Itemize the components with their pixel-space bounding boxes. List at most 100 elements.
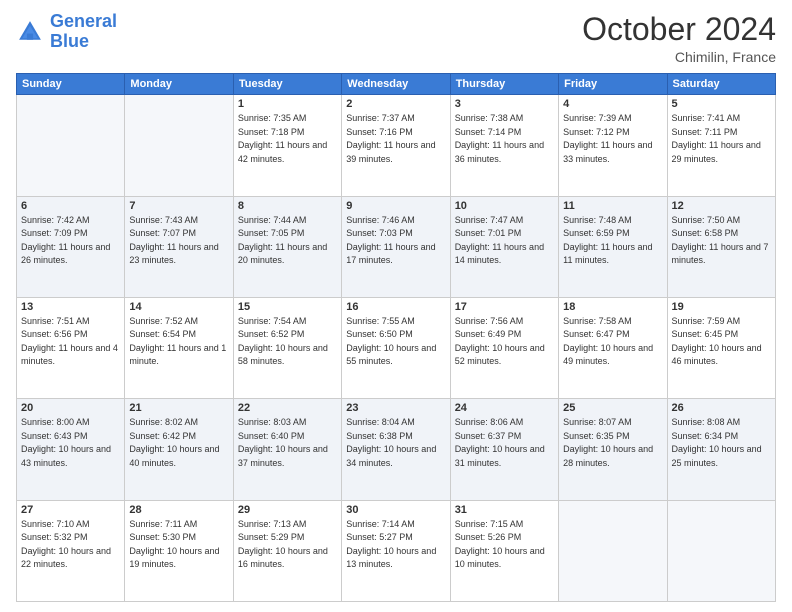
day-info: Sunrise: 7:54 AMSunset: 6:52 PMDaylight:… — [238, 315, 337, 369]
day-cell: 8 Sunrise: 7:44 AMSunset: 7:05 PMDaylight… — [233, 196, 341, 297]
day-cell: 23Sunrise: 8:04 AMSunset: 6:38 PMDayligh… — [342, 399, 450, 500]
day-info: Sunrise: 8:00 AMSunset: 6:43 PMDaylight:… — [21, 416, 120, 470]
day-info: Sunrise: 7:56 AMSunset: 6:49 PMDaylight:… — [455, 315, 554, 369]
day-cell: 5 Sunrise: 7:41 AMSunset: 7:11 PMDaylight… — [667, 95, 775, 196]
week-row-3: 13Sunrise: 7:51 AMSunset: 6:56 PMDayligh… — [17, 297, 776, 398]
day-cell: 7 Sunrise: 7:43 AMSunset: 7:07 PMDaylight… — [125, 196, 233, 297]
day-number: 31 — [455, 504, 554, 516]
logo-icon — [16, 18, 44, 46]
header-monday: Monday — [125, 74, 233, 95]
day-number: 25 — [563, 402, 662, 414]
day-cell: 22 Sunrise: 8:03 AMSunset: 6:40 PMDayligh… — [233, 399, 341, 500]
title-block: October 2024 Chimilin, France — [582, 12, 776, 65]
day-info: Sunrise: 7:59 AMSunset: 6:45 PMDaylight:… — [672, 315, 771, 369]
day-info: Sunrise: 7:44 AMSunset: 7:05 PMDaylight:… — [238, 214, 337, 268]
day-cell: 29Sunrise: 7:13 AMSunset: 5:29 PMDayligh… — [233, 500, 341, 601]
week-row-4: 20 Sunrise: 8:00 AMSunset: 6:43 PMDayligh… — [17, 399, 776, 500]
day-info: Sunrise: 7:14 AMSunset: 5:27 PMDaylight:… — [346, 518, 445, 572]
day-cell: 9 Sunrise: 7:46 AMSunset: 7:03 PMDaylight… — [342, 196, 450, 297]
day-number: 8 — [238, 200, 337, 212]
day-cell: 12Sunrise: 7:50 AMSunset: 6:58 PMDayligh… — [667, 196, 775, 297]
header-wednesday: Wednesday — [342, 74, 450, 95]
day-number: 7 — [129, 200, 228, 212]
day-info: Sunrise: 7:37 AMSunset: 7:16 PMDaylight:… — [346, 112, 445, 166]
day-cell: 26 Sunrise: 8:08 AMSunset: 6:34 PMDayligh… — [667, 399, 775, 500]
day-info: Sunrise: 7:51 AMSunset: 6:56 PMDaylight:… — [21, 315, 120, 369]
day-number: 27 — [21, 504, 120, 516]
day-number: 5 — [672, 98, 771, 110]
day-number: 29 — [238, 504, 337, 516]
day-number: 3 — [455, 98, 554, 110]
day-number: 28 — [129, 504, 228, 516]
day-cell: 18 Sunrise: 7:58 AMSunset: 6:47 PMDayligh… — [559, 297, 667, 398]
day-number: 10 — [455, 200, 554, 212]
day-cell: 3 Sunrise: 7:38 AMSunset: 7:14 PMDaylight… — [450, 95, 558, 196]
day-info: Sunrise: 7:46 AMSunset: 7:03 PMDaylight:… — [346, 214, 445, 268]
day-cell: 20 Sunrise: 8:00 AMSunset: 6:43 PMDayligh… — [17, 399, 125, 500]
day-info: Sunrise: 7:52 AMSunset: 6:54 PMDaylight:… — [129, 315, 228, 369]
day-cell: 10 Sunrise: 7:47 AMSunset: 7:01 PMDayligh… — [450, 196, 558, 297]
day-number: 9 — [346, 200, 445, 212]
weekday-header-row: Sunday Monday Tuesday Wednesday Thursday… — [17, 74, 776, 95]
day-cell: 6 Sunrise: 7:42 AMSunset: 7:09 PMDaylight… — [17, 196, 125, 297]
day-cell — [17, 95, 125, 196]
day-cell: 11Sunrise: 7:48 AMSunset: 6:59 PMDayligh… — [559, 196, 667, 297]
day-cell: 31Sunrise: 7:15 AMSunset: 5:26 PMDayligh… — [450, 500, 558, 601]
location-title: Chimilin, France — [582, 49, 776, 65]
header-friday: Friday — [559, 74, 667, 95]
day-info: Sunrise: 7:58 AMSunset: 6:47 PMDaylight:… — [563, 315, 662, 369]
day-number: 1 — [238, 98, 337, 110]
day-number: 2 — [346, 98, 445, 110]
day-info: Sunrise: 7:42 AMSunset: 7:09 PMDaylight:… — [21, 214, 120, 268]
week-row-1: 1 Sunrise: 7:35 AMSunset: 7:18 PMDaylight… — [17, 95, 776, 196]
day-number: 30 — [346, 504, 445, 516]
day-info: Sunrise: 7:48 AMSunset: 6:59 PMDaylight:… — [563, 214, 662, 268]
day-number: 17 — [455, 301, 554, 313]
logo-line2: Blue — [50, 31, 89, 51]
day-info: Sunrise: 7:38 AMSunset: 7:14 PMDaylight:… — [455, 112, 554, 166]
day-number: 24 — [455, 402, 554, 414]
logo-line1: General — [50, 11, 117, 31]
day-info: Sunrise: 8:06 AMSunset: 6:37 PMDaylight:… — [455, 416, 554, 470]
header-thursday: Thursday — [450, 74, 558, 95]
logo: General Blue — [16, 12, 117, 52]
day-number: 20 — [21, 402, 120, 414]
day-cell — [667, 500, 775, 601]
day-cell: 25 Sunrise: 8:07 AMSunset: 6:35 PMDayligh… — [559, 399, 667, 500]
day-cell: 19Sunrise: 7:59 AMSunset: 6:45 PMDayligh… — [667, 297, 775, 398]
month-title: October 2024 — [582, 12, 776, 47]
day-cell: 1 Sunrise: 7:35 AMSunset: 7:18 PMDaylight… — [233, 95, 341, 196]
day-cell: 21 Sunrise: 8:02 AMSunset: 6:42 PMDayligh… — [125, 399, 233, 500]
day-info: Sunrise: 8:08 AMSunset: 6:34 PMDaylight:… — [672, 416, 771, 470]
day-info: Sunrise: 7:41 AMSunset: 7:11 PMDaylight:… — [672, 112, 771, 166]
day-cell — [559, 500, 667, 601]
header-sunday: Sunday — [17, 74, 125, 95]
day-number: 23 — [346, 402, 445, 414]
day-number: 21 — [129, 402, 228, 414]
week-row-5: 27Sunrise: 7:10 AMSunset: 5:32 PMDayligh… — [17, 500, 776, 601]
day-number: 26 — [672, 402, 771, 414]
week-row-2: 6 Sunrise: 7:42 AMSunset: 7:09 PMDaylight… — [17, 196, 776, 297]
day-number: 4 — [563, 98, 662, 110]
day-info: Sunrise: 7:39 AMSunset: 7:12 PMDaylight:… — [563, 112, 662, 166]
day-number: 15 — [238, 301, 337, 313]
day-info: Sunrise: 7:43 AMSunset: 7:07 PMDaylight:… — [129, 214, 228, 268]
calendar-page: General Blue October 2024 Chimilin, Fran… — [0, 0, 792, 612]
page-header: General Blue October 2024 Chimilin, Fran… — [16, 12, 776, 65]
day-cell: 28 Sunrise: 7:11 AMSunset: 5:30 PMDayligh… — [125, 500, 233, 601]
day-info: Sunrise: 8:03 AMSunset: 6:40 PMDaylight:… — [238, 416, 337, 470]
day-cell: 4 Sunrise: 7:39 AMSunset: 7:12 PMDaylight… — [559, 95, 667, 196]
logo-text: General Blue — [50, 12, 117, 52]
day-number: 22 — [238, 402, 337, 414]
day-number: 12 — [672, 200, 771, 212]
header-saturday: Saturday — [667, 74, 775, 95]
day-number: 6 — [21, 200, 120, 212]
day-info: Sunrise: 8:07 AMSunset: 6:35 PMDaylight:… — [563, 416, 662, 470]
day-number: 18 — [563, 301, 662, 313]
day-cell: 24 Sunrise: 8:06 AMSunset: 6:37 PMDayligh… — [450, 399, 558, 500]
day-cell: 15 Sunrise: 7:54 AMSunset: 6:52 PMDayligh… — [233, 297, 341, 398]
day-info: Sunrise: 8:02 AMSunset: 6:42 PMDaylight:… — [129, 416, 228, 470]
day-info: Sunrise: 7:35 AMSunset: 7:18 PMDaylight:… — [238, 112, 337, 166]
day-info: Sunrise: 7:11 AMSunset: 5:30 PMDaylight:… — [129, 518, 228, 572]
day-info: Sunrise: 7:47 AMSunset: 7:01 PMDaylight:… — [455, 214, 554, 268]
